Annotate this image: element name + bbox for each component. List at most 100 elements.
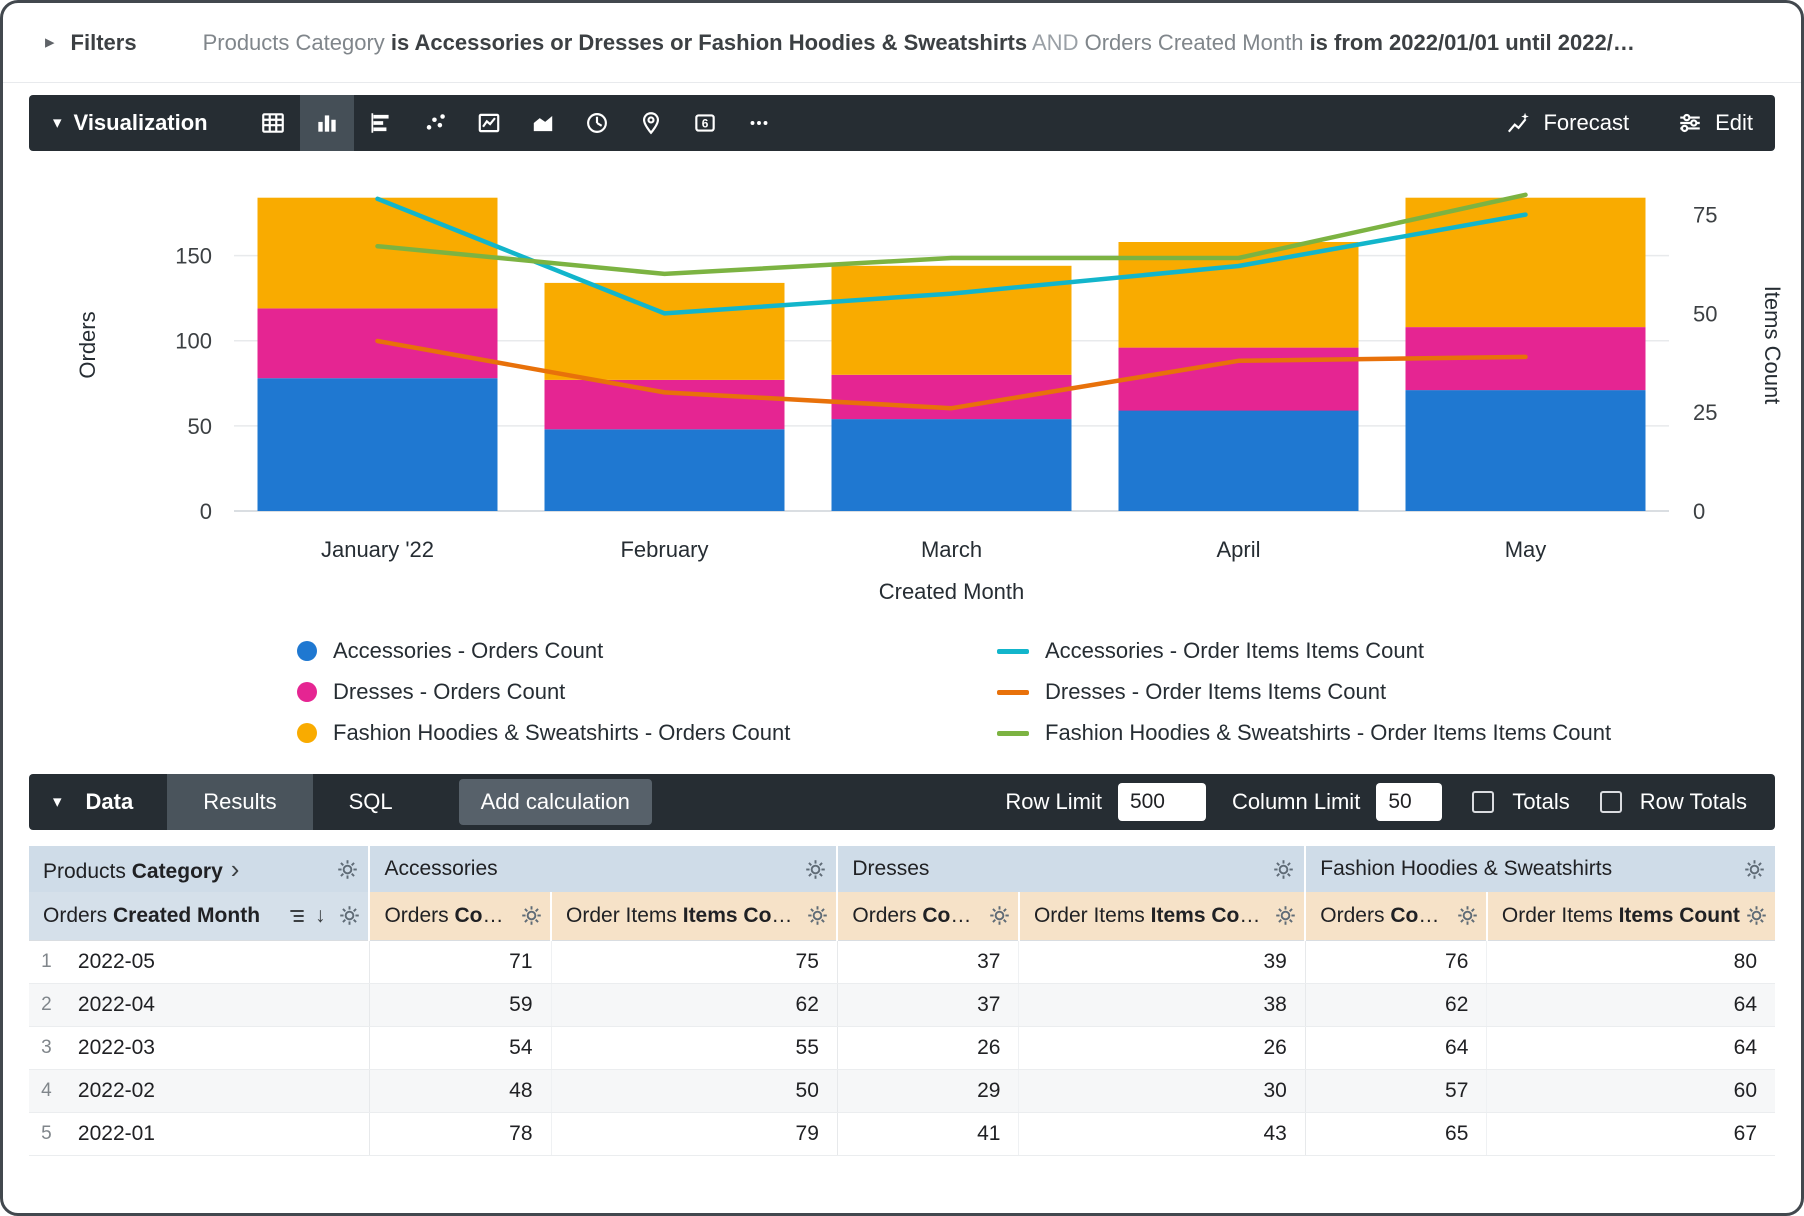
measure-cell[interactable]: 67 (1487, 1112, 1775, 1155)
gear-icon[interactable] (521, 905, 542, 926)
column-header-measure[interactable]: Order Items Items Count (551, 892, 837, 940)
measure-cell[interactable]: 37 (837, 983, 1019, 1026)
map-icon[interactable] (624, 95, 678, 151)
row-totals-checkbox[interactable] (1600, 791, 1622, 813)
measure-cell[interactable]: 55 (551, 1026, 837, 1069)
chevron-down-icon[interactable]: ▾ (53, 792, 62, 812)
sort-desc-icon[interactable]: ↓ (315, 904, 326, 928)
table-row[interactable]: 22022-04596237386264 (29, 983, 1775, 1026)
dimension-cell[interactable]: 2022-05 (64, 940, 370, 983)
legend-item[interactable]: Accessories - Orders Count (297, 638, 997, 664)
measure-cell[interactable]: 75 (551, 940, 837, 983)
scatter-chart-icon[interactable] (408, 95, 462, 151)
measure-cell[interactable]: 79 (551, 1112, 837, 1155)
measure-cell[interactable]: 29 (837, 1069, 1019, 1112)
gear-icon[interactable] (339, 905, 360, 926)
bar-chart-icon[interactable] (354, 95, 408, 151)
measure-cell[interactable]: 48 (369, 1069, 551, 1112)
forecast-button[interactable]: Forecast (1505, 110, 1629, 136)
totals-checkbox[interactable] (1472, 791, 1494, 813)
gear-icon[interactable] (989, 905, 1010, 926)
gear-icon[interactable] (1746, 905, 1767, 926)
dimension-cell[interactable]: 2022-03 (64, 1026, 370, 1069)
row-totals-label: Row Totals (1640, 789, 1747, 815)
measure-cell[interactable]: 64 (1487, 983, 1775, 1026)
column-header-dimension[interactable]: Orders Created Month↓ (29, 892, 369, 940)
row-number: 3 (29, 1026, 64, 1069)
gear-icon[interactable] (807, 905, 828, 926)
column-header-measure[interactable]: Orders Count (369, 892, 551, 940)
more-viz-types-icon[interactable] (732, 95, 786, 151)
measure-cell[interactable]: 76 (1305, 940, 1487, 983)
tab-results[interactable]: Results (167, 774, 312, 830)
column-group-measure[interactable]: Dresses (837, 846, 1305, 892)
column-group-dimension[interactable]: Products Category› (29, 846, 369, 892)
legend-label: Dresses - Orders Count (333, 679, 565, 705)
measure-cell[interactable]: 60 (1487, 1069, 1775, 1112)
pie-chart-icon[interactable] (570, 95, 624, 151)
legend-item[interactable]: Dresses - Orders Count (297, 679, 997, 705)
filter-segment: Products Category (203, 30, 391, 55)
single-value-icon[interactable]: 6 (678, 95, 732, 151)
measure-cell[interactable]: 80 (1487, 940, 1775, 983)
filters-expand-icon[interactable]: ▸ (45, 31, 55, 54)
measure-cell[interactable]: 62 (551, 983, 837, 1026)
measure-cell[interactable]: 71 (369, 940, 551, 983)
gear-icon[interactable] (805, 859, 826, 880)
column-limit-input[interactable] (1376, 783, 1442, 821)
gear-icon[interactable] (1275, 905, 1296, 926)
column-header-measure[interactable]: Order Items Items Count (1487, 892, 1775, 940)
data-label: Data (86, 789, 134, 815)
dimension-cell[interactable]: 2022-04 (64, 983, 370, 1026)
gear-icon[interactable] (1457, 905, 1478, 926)
measure-cell[interactable]: 37 (837, 940, 1019, 983)
column-header-measure[interactable]: Order Items Items Count (1019, 892, 1305, 940)
legend-item[interactable]: Fashion Hoodies & Sweatshirts - Orders C… (297, 720, 997, 746)
measure-cell[interactable]: 39 (1019, 940, 1305, 983)
measure-cell[interactable]: 54 (369, 1026, 551, 1069)
measure-cell[interactable]: 50 (551, 1069, 837, 1112)
filter-summary[interactable]: Products Category is Accessories or Dres… (203, 30, 1777, 56)
measure-cell[interactable]: 62 (1305, 983, 1487, 1026)
gear-icon[interactable] (337, 859, 358, 880)
row-limit-input[interactable] (1118, 783, 1206, 821)
edit-button[interactable]: Edit (1677, 110, 1753, 136)
measure-cell[interactable]: 64 (1487, 1026, 1775, 1069)
table-row[interactable]: 42022-02485029305760 (29, 1069, 1775, 1112)
gear-icon[interactable] (1273, 859, 1294, 880)
measure-cell[interactable]: 59 (369, 983, 551, 1026)
tab-sql[interactable]: SQL (313, 774, 429, 830)
measure-cell[interactable]: 57 (1305, 1069, 1487, 1112)
table-row[interactable]: 32022-03545526266464 (29, 1026, 1775, 1069)
measure-cell[interactable]: 26 (1019, 1026, 1305, 1069)
measure-cell[interactable]: 65 (1305, 1112, 1487, 1155)
gear-icon[interactable] (1744, 859, 1765, 880)
filters-bar: ▸ Filters Products Category is Accessori… (3, 3, 1801, 83)
legend-item[interactable]: Fashion Hoodies & Sweatshirts - Order It… (997, 720, 1775, 746)
chevron-down-icon[interactable]: ▾ (53, 113, 62, 133)
measure-cell[interactable]: 26 (837, 1026, 1019, 1069)
area-chart-icon[interactable] (516, 95, 570, 151)
column-group-measure[interactable]: Fashion Hoodies & Sweatshirts (1305, 846, 1775, 892)
measure-cell[interactable]: 38 (1019, 983, 1305, 1026)
measure-cell[interactable]: 30 (1019, 1069, 1305, 1112)
column-header-measure[interactable]: Orders Count (837, 892, 1019, 940)
measure-cell[interactable]: 41 (837, 1112, 1019, 1155)
line-chart-icon[interactable] (462, 95, 516, 151)
measure-cell[interactable]: 43 (1019, 1112, 1305, 1155)
table-row[interactable]: 12022-05717537397680 (29, 940, 1775, 983)
legend-item[interactable]: Dresses - Order Items Items Count (997, 679, 1775, 705)
measure-cell[interactable]: 64 (1305, 1026, 1487, 1069)
measure-cell[interactable]: 78 (369, 1112, 551, 1155)
legend-item[interactable]: Accessories - Order Items Items Count (997, 638, 1775, 664)
table-row[interactable]: 52022-01787941436567 (29, 1112, 1775, 1155)
column-header-measure[interactable]: Orders Count (1305, 892, 1487, 940)
table-icon[interactable] (246, 95, 300, 151)
column-chart-icon[interactable] (300, 95, 354, 151)
drill-chevron-icon[interactable]: › (231, 854, 240, 884)
column-group-measure[interactable]: Accessories (369, 846, 837, 892)
dimension-cell[interactable]: 2022-02 (64, 1069, 370, 1112)
dimension-cell[interactable]: 2022-01 (64, 1112, 370, 1155)
subtotal-icon (287, 906, 307, 926)
add-calculation-button[interactable]: Add calculation (459, 779, 652, 825)
